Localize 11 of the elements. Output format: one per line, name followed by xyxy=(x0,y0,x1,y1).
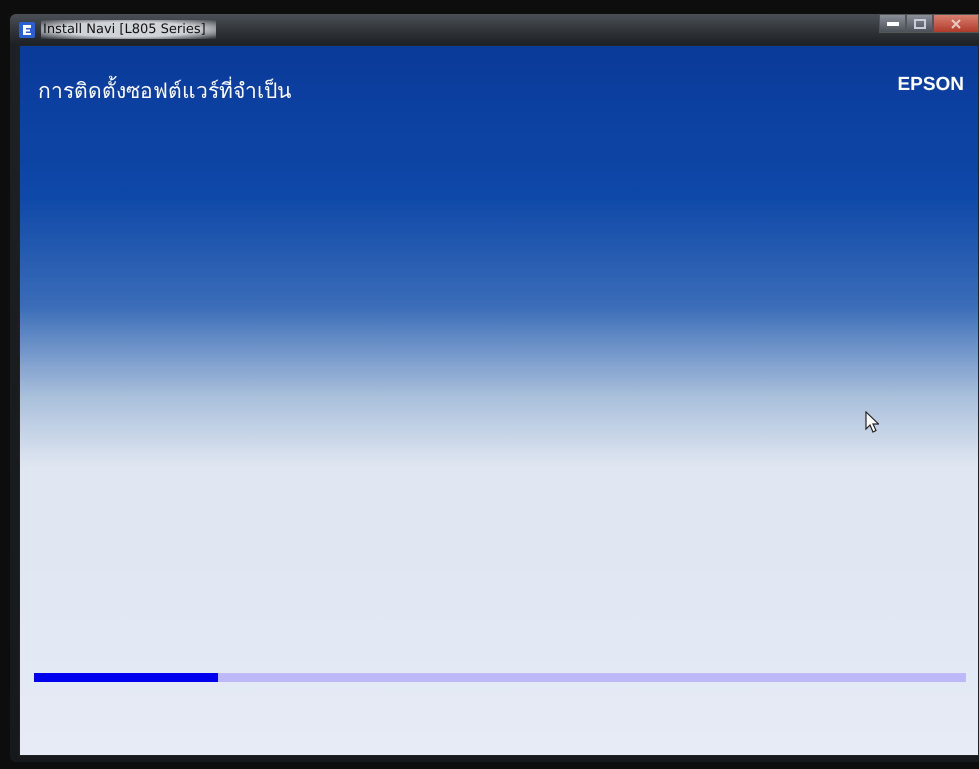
minimize-button[interactable] xyxy=(879,14,906,33)
page-title: การติดตั้งซอฟต์แวร์ที่จำเป็น xyxy=(38,74,291,107)
app-icon xyxy=(19,22,35,38)
minimize-icon xyxy=(886,20,900,26)
close-icon xyxy=(950,18,962,28)
maximize-icon xyxy=(914,18,926,28)
mouse-pointer-icon xyxy=(865,411,879,433)
window-title: Install Navi [L805 Series] xyxy=(41,20,216,39)
brand-logo: EPSON xyxy=(897,74,964,96)
maximize-button[interactable] xyxy=(906,14,933,33)
close-button[interactable] xyxy=(933,14,979,33)
